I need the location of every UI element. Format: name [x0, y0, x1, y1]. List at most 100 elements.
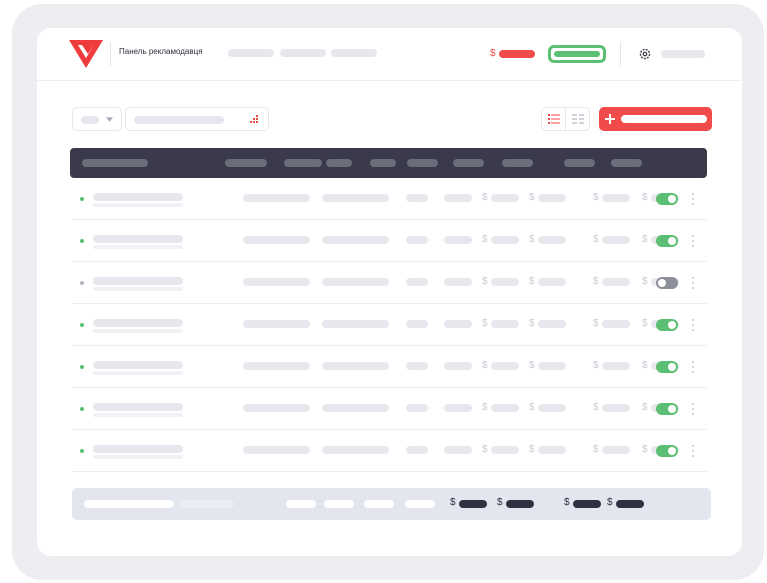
row-name[interactable]	[93, 361, 183, 369]
status-dot	[80, 239, 84, 243]
table-row[interactable]: $ $ $ $	[72, 262, 707, 304]
green-status-button[interactable]	[548, 45, 606, 63]
total-value-4	[616, 500, 644, 508]
row-subtitle	[93, 413, 183, 417]
row-currency: $	[642, 276, 648, 287]
row-name[interactable]	[93, 403, 183, 411]
search-input[interactable]	[125, 107, 269, 131]
row-cell	[406, 278, 428, 286]
row-currency: $	[482, 402, 488, 413]
row-toggle[interactable]	[656, 445, 678, 457]
row-money-value	[602, 320, 630, 328]
row-money-value	[538, 362, 566, 370]
user-name[interactable]	[661, 50, 705, 58]
table-totals: $ $ $ $	[72, 488, 711, 520]
row-currency: $	[529, 360, 535, 371]
row-cell	[243, 278, 310, 286]
more-options-icon[interactable]	[692, 277, 695, 289]
table-row[interactable]: $ $ $ $	[72, 178, 707, 220]
total-currency-3: $	[564, 497, 570, 508]
row-currency: $	[642, 444, 648, 455]
row-name[interactable]	[93, 319, 183, 327]
row-toggle[interactable]	[656, 319, 678, 331]
add-campaign-button[interactable]	[599, 107, 712, 131]
row-cell	[406, 320, 428, 328]
row-subtitle	[93, 287, 183, 291]
nav-item-1[interactable]	[228, 49, 274, 57]
row-money-value	[491, 320, 519, 328]
row-subtitle	[93, 455, 183, 459]
more-options-icon[interactable]	[692, 193, 695, 205]
row-cell	[243, 320, 310, 328]
row-subtitle	[93, 203, 183, 207]
status-dot	[80, 365, 84, 369]
compact-view-icon	[572, 114, 584, 124]
row-cell	[322, 278, 389, 286]
table-row[interactable]: $ $ $ $	[72, 304, 707, 346]
row-cell	[243, 194, 310, 202]
row-currency: $	[482, 318, 488, 329]
row-cell	[322, 194, 389, 202]
nav-item-2[interactable]	[280, 49, 326, 57]
table-row[interactable]: $ $ $ $	[72, 346, 707, 388]
row-money-value	[538, 320, 566, 328]
row-toggle[interactable]	[656, 403, 678, 415]
compact-view-button[interactable]	[565, 107, 590, 131]
list-view-icon	[548, 114, 560, 124]
total-value-3	[573, 500, 601, 508]
row-money-value	[602, 278, 630, 286]
row-money-value	[602, 194, 630, 202]
row-toggle[interactable]	[656, 361, 678, 373]
row-toggle[interactable]	[656, 277, 678, 289]
logo-icon[interactable]	[69, 40, 103, 68]
more-options-icon[interactable]	[692, 235, 695, 247]
table-row[interactable]: $ $ $ $	[72, 220, 707, 262]
row-name[interactable]	[93, 277, 183, 285]
gear-icon[interactable]	[638, 47, 652, 61]
list-view-button[interactable]	[541, 107, 566, 131]
row-money-value	[538, 236, 566, 244]
row-cell	[322, 236, 389, 244]
row-cell	[444, 404, 472, 412]
total-currency-4: $	[607, 497, 613, 508]
more-options-icon[interactable]	[692, 319, 695, 331]
row-toggle[interactable]	[656, 235, 678, 247]
row-cell	[406, 362, 428, 370]
row-name[interactable]	[93, 445, 183, 453]
row-cell	[406, 404, 428, 412]
row-cell	[243, 236, 310, 244]
row-currency: $	[482, 444, 488, 455]
chevron-down-icon	[106, 117, 113, 122]
row-currency: $	[529, 276, 535, 287]
more-options-icon[interactable]	[692, 445, 695, 457]
row-name[interactable]	[93, 235, 183, 243]
row-name[interactable]	[93, 193, 183, 201]
row-cell	[322, 320, 389, 328]
row-cell	[444, 278, 472, 286]
table-row[interactable]: $ $ $ $	[72, 388, 707, 430]
total-currency-1: $	[450, 497, 456, 508]
row-money-value	[491, 194, 519, 202]
top-bar: Панель рекламодавця $	[37, 28, 742, 81]
row-currency: $	[482, 234, 488, 245]
more-options-icon[interactable]	[692, 403, 695, 415]
row-toggle[interactable]	[656, 193, 678, 205]
row-currency: $	[642, 234, 648, 245]
row-cell	[243, 446, 310, 454]
row-subtitle	[93, 371, 183, 375]
table-header	[70, 148, 707, 178]
nav-item-3[interactable]	[331, 49, 377, 57]
row-money-value	[602, 446, 630, 454]
row-cell	[406, 194, 428, 202]
row-currency: $	[593, 234, 599, 245]
row-cell	[243, 362, 310, 370]
row-currency: $	[642, 402, 648, 413]
row-currency: $	[593, 402, 599, 413]
row-cell	[444, 446, 472, 454]
row-currency: $	[642, 318, 648, 329]
header-divider	[110, 42, 111, 66]
plus-icon	[605, 114, 615, 124]
filter-dropdown[interactable]	[72, 107, 122, 131]
table-row[interactable]: $ $ $ $	[72, 430, 707, 472]
more-options-icon[interactable]	[692, 361, 695, 373]
